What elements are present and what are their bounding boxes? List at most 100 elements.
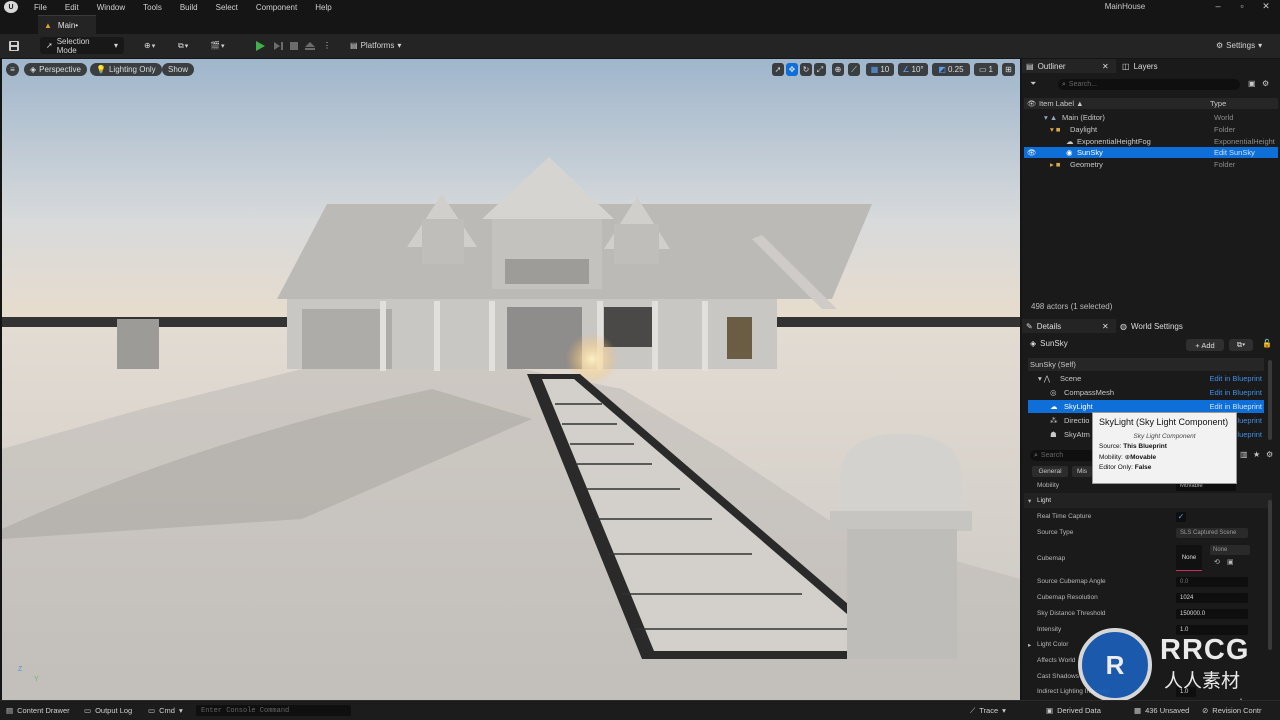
cubemap-dropdown[interactable]: None xyxy=(1210,545,1250,555)
cubemap-thumbnail[interactable]: None xyxy=(1176,545,1202,571)
cinematics-button[interactable]: 🎬 ▾ xyxy=(210,37,224,54)
output-log-button[interactable]: ▭ Output Log xyxy=(84,704,132,717)
world-space-icon[interactable]: ⊕ xyxy=(832,63,844,76)
menu-window[interactable]: Window xyxy=(97,3,125,12)
lock-icon[interactable]: 🔓 xyxy=(1262,339,1272,348)
cubemap-resolution-field[interactable]: 1024 xyxy=(1176,592,1248,603)
outliner-row-daylight[interactable]: ▾ ■ Daylight Folder xyxy=(1024,124,1278,135)
sky-distance-field[interactable]: 150000.0 xyxy=(1176,608,1248,619)
filter-icon[interactable]: ⏷ xyxy=(1030,79,1036,89)
settings-button[interactable]: ⚙ Settings ▾ xyxy=(1216,37,1262,54)
stop-icon[interactable] xyxy=(288,37,300,54)
selection-mode-dropdown[interactable]: ➚ Selection Mode ▾ xyxy=(40,37,124,55)
world-settings-label: World Settings xyxy=(1130,321,1183,331)
unreal-logo-icon[interactable]: U xyxy=(4,1,18,13)
show-button[interactable]: Show xyxy=(162,63,195,76)
content-drawer-button[interactable]: ▤ Content Drawer xyxy=(6,704,70,717)
outliner-row-fog[interactable]: ☁ ExponentialHeightFog ExponentialHeight xyxy=(1024,136,1278,147)
trace-button[interactable]: ⟋ Trace ▾ xyxy=(970,704,1006,717)
menu-select[interactable]: Select xyxy=(216,3,238,12)
viewport-layout-icon[interactable]: ⊞ xyxy=(1002,63,1015,76)
favorite-star-icon[interactable]: ★ xyxy=(1253,450,1260,459)
close-details-icon[interactable]: ✕ xyxy=(1102,319,1109,333)
property-matrix-icon[interactable]: ▥ xyxy=(1240,450,1248,459)
perspective-button[interactable]: ◈ Perspective xyxy=(24,63,87,76)
component-row-scene[interactable]: ▾ ⋀ Scene Edit in Blueprint xyxy=(1028,372,1264,385)
blueprint-button[interactable]: ⧉ ▾ xyxy=(178,37,188,54)
outliner-search-input[interactable]: ⌕ Search... xyxy=(1058,79,1240,90)
surface-snap-icon[interactable]: ⟋ xyxy=(848,63,860,76)
view-mode-button[interactable]: 💡 Lighting Only xyxy=(90,63,162,76)
reset-arrow-icon[interactable]: ⟲ xyxy=(1214,558,1220,566)
menu-help[interactable]: Help xyxy=(315,3,331,12)
scale-tool-icon[interactable]: ⤢ xyxy=(814,63,826,76)
component-row-self[interactable]: SunSky (Self) xyxy=(1028,358,1264,371)
rotate-tool-icon[interactable]: ↻ xyxy=(800,63,812,76)
maximize-button[interactable]: ▫ xyxy=(1232,1,1252,13)
cubemap-angle-field[interactable]: 0.0 xyxy=(1176,576,1248,587)
menu-edit[interactable]: Edit xyxy=(65,3,79,12)
derived-data-button[interactable]: ▣ Derived Data xyxy=(1046,704,1101,717)
minimize-button[interactable]: – xyxy=(1208,1,1228,13)
details-settings-icon[interactable]: ⚙ xyxy=(1266,450,1273,459)
more-options-icon[interactable]: ⋮ xyxy=(323,37,331,54)
translate-tool-icon[interactable]: ✥ xyxy=(786,63,798,76)
section-light-header[interactable]: ▾ Light xyxy=(1024,493,1272,508)
details-scrollbar[interactable] xyxy=(1268,500,1272,650)
add-actor-button[interactable]: ⊕ ▾ xyxy=(144,37,155,54)
cmd-dropdown[interactable]: ▭ Cmd ▾ xyxy=(148,704,183,717)
close-window-button[interactable]: ✕ xyxy=(1256,1,1276,13)
select-tool-icon[interactable]: ➚ xyxy=(772,63,784,76)
outliner-row-geometry[interactable]: ▸ ■ Geometry Folder xyxy=(1024,159,1278,170)
close-outliner-icon[interactable]: ✕ xyxy=(1102,59,1109,73)
source-type-dropdown[interactable]: SLS Captured Scene xyxy=(1176,527,1248,538)
filter-general-button[interactable]: General xyxy=(1032,466,1068,477)
play-button[interactable] xyxy=(254,37,266,54)
scale-snap-button[interactable]: ◩ 0.25 xyxy=(932,63,970,76)
menu-build[interactable]: Build xyxy=(180,3,198,12)
revision-control-button[interactable]: ⊘ Revision Contr xyxy=(1202,704,1261,717)
tab-layers[interactable]: ◫ Layers xyxy=(1122,59,1158,73)
add-folder-icon[interactable]: ▣ xyxy=(1248,79,1256,88)
viewport-scene: Z Y xyxy=(2,59,1020,700)
unsaved-button[interactable]: ▦ 436 Unsaved xyxy=(1134,704,1189,717)
menu-component[interactable]: Component xyxy=(256,3,297,12)
save-icon[interactable] xyxy=(8,37,20,54)
edit-in-blueprint-link[interactable]: Edit in Blueprint xyxy=(1209,374,1262,383)
viewport-menu-icon[interactable]: ≡ xyxy=(6,63,19,76)
browse-icon[interactable]: ▣ xyxy=(1227,558,1234,566)
outliner-row-main[interactable]: ▾ ▲ Main (Editor) World xyxy=(1024,112,1278,123)
tab-main-level[interactable]: ▲ Main• xyxy=(38,15,96,34)
component-row-compassmesh[interactable]: ◎ CompassMesh Edit in Blueprint xyxy=(1028,386,1264,399)
level-viewport[interactable]: Z Y xyxy=(2,59,1020,700)
tab-world-settings[interactable]: ◍ World Settings xyxy=(1120,319,1183,333)
blueprint-options-button[interactable]: ⧉▾ xyxy=(1229,339,1253,351)
edit-sunsky-link[interactable]: Edit SunSky xyxy=(1214,148,1255,157)
console-command-input[interactable]: Enter Console Command xyxy=(196,705,351,716)
real-time-capture-checkbox[interactable]: ✓ xyxy=(1176,511,1186,522)
tab-outliner[interactable]: ▤ Outliner xyxy=(1026,59,1066,73)
components-scrollbar[interactable] xyxy=(1268,360,1272,440)
outliner-row-sunsky[interactable]: 👁 ◉ SunSky Edit SunSky xyxy=(1024,147,1278,158)
visibility-eye-icon[interactable]: 👁 xyxy=(1027,148,1037,157)
edit-in-blueprint-link[interactable]: Edit in Blueprint xyxy=(1209,388,1262,397)
step-play-icon[interactable] xyxy=(272,37,284,54)
camera-speed-button[interactable]: ▭ 1 xyxy=(974,63,998,76)
col-item-label[interactable]: Item Label ▲ xyxy=(1039,99,1084,108)
row-label: Main (Editor) xyxy=(1062,113,1105,122)
filter-misc-button[interactable]: Mis xyxy=(1072,466,1092,477)
col-type[interactable]: Type xyxy=(1210,99,1226,108)
menu-file[interactable]: File xyxy=(34,3,47,12)
platforms-dropdown[interactable]: ▤ Platforms ▾ xyxy=(350,37,401,54)
eject-icon[interactable] xyxy=(304,37,316,54)
row-label: Geometry xyxy=(1070,160,1103,169)
menu-tools[interactable]: Tools xyxy=(143,3,162,12)
edit-in-blueprint-link[interactable]: Edit in Blueprint xyxy=(1209,402,1262,411)
rotation-snap-button[interactable]: ∠ 10° xyxy=(898,63,928,76)
add-component-button[interactable]: + Add xyxy=(1186,339,1224,351)
outliner-settings-icon[interactable]: ⚙ xyxy=(1262,79,1269,88)
content-drawer-label: Content Drawer xyxy=(17,706,70,715)
grid-snap-button[interactable]: ▦ 10 xyxy=(866,63,894,76)
intensity-field[interactable]: 1.0 xyxy=(1176,624,1248,635)
tab-details[interactable]: ✎ Details xyxy=(1026,319,1061,333)
